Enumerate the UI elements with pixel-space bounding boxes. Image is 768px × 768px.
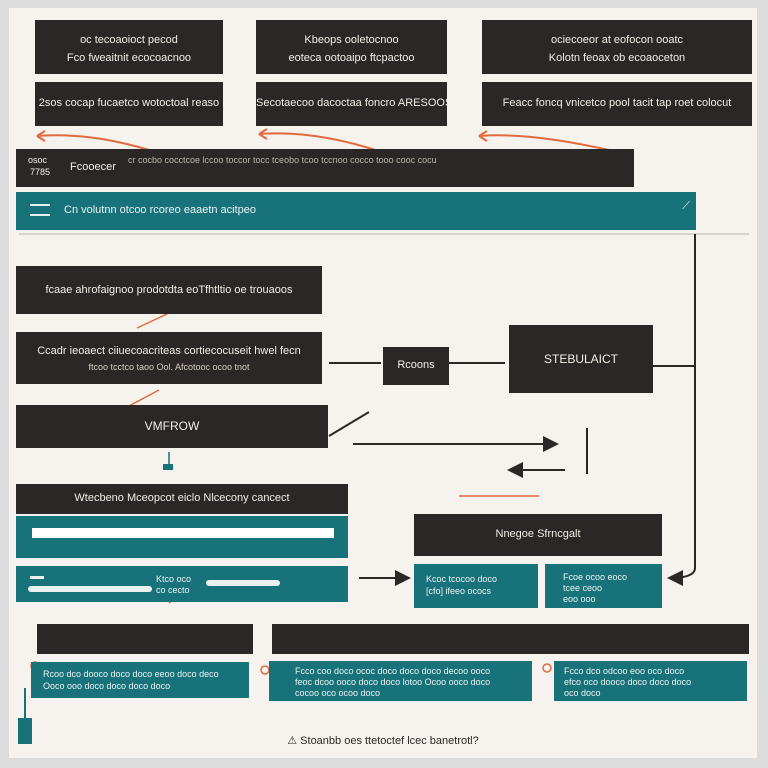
input-row-line2: co cecto (156, 585, 190, 595)
resize-icon[interactable] (30, 204, 50, 216)
bottom-card-2-line2: feoc dcoo ooco doco doco lotoo Ocoo ooco… (295, 677, 491, 687)
left-box-3[interactable]: VMFROW (16, 405, 328, 448)
teal-banner[interactable]: Cn volutnn otcoo rcoreo eaaetn acitpeo ⟋ (16, 192, 696, 230)
top-box-2-line1: Kbeops ooletocnoo (304, 34, 399, 46)
left-box-1[interactable]: fcaae ahrofaignoo prodotdta eoTfhtltio o… (16, 266, 322, 314)
middle-card-2-line1: Fcoe ocoo eoco (563, 572, 628, 582)
header-title: Fcooecer (70, 161, 116, 173)
warning-icon: ⚠ (287, 735, 301, 747)
middle-card-2[interactable]: Fcoe ocoo eoco tcee ceoo eoo ooo (545, 564, 662, 608)
slider-left-icon (30, 576, 44, 579)
top-box-3-line2: Kolotn feoax ob ecoaoceton (548, 52, 686, 64)
bottom-card-3-line2: efco oco dooco doco doco doco (564, 677, 692, 687)
test-box[interactable]: STEBULAICT (509, 325, 653, 393)
middle-card-2-line3: eoo ooo (563, 594, 596, 604)
top-box-1-line2: Fco fweaitnit ecocoacnoo (66, 52, 192, 64)
bottom-card-1-line1: Rcoo dco dooco doco doco eeoo doco deco (43, 669, 219, 679)
left-box-1-text: fcaae ahrofaignoo prodotdta eoTfhtltio o… (45, 284, 293, 296)
text-input[interactable] (32, 528, 334, 538)
middle-right-header-text: Nnegoe Sfrncgalt (495, 528, 581, 540)
input-row-line1: Ktco oco (156, 574, 192, 584)
second-box-2[interactable]: Secotaecoo dacoctaa foncro ARESOOS (256, 82, 447, 126)
slider-track-left[interactable] (28, 586, 152, 592)
bottom-bar-right[interactable] (272, 624, 749, 654)
second-box-3[interactable]: Feacc foncq vnicetco pool tacit tap roet… (482, 82, 752, 126)
slider-row[interactable]: Ktco oco co cecto (16, 566, 348, 602)
teal-banner-text: Cn volutnn otcoo rcoreo eaaetn acitpeo (64, 204, 257, 216)
top-box-1-line1: oc tecoaoioct pecod (80, 34, 178, 46)
bottom-card-3[interactable]: Fcco dco odcoo eoo oco doco efco oco doo… (554, 661, 747, 701)
bottom-card-2-line1: Fcco coo doco ococ doco doco doco decoo … (295, 666, 491, 676)
resize-handle-icon[interactable]: ⟋ (682, 200, 690, 213)
bottom-card-2[interactable]: Fcco coo doco ococ doco doco doco decoo … (269, 661, 532, 701)
second-box-1[interactable]: 2sos cocap fucaetco wotoctoal reaso (35, 82, 223, 126)
bottom-card-2-line3: cocoo oco ocoo doco (295, 688, 381, 698)
bottom-card-3-line3: oco doco (564, 688, 601, 698)
bottom-caption: ⚠ Stoanbb oes ttetoctef lcec banetrotl? (9, 734, 757, 747)
top-box-2-line2: eoteca ootoaipo ftcpactoo (288, 52, 415, 64)
bottom-card-1-line2: Ooco ooo doco doco doco doco (43, 681, 171, 691)
bottom-caption-text: Stoanbb oes ttetoctef lcec banetrotl? (300, 735, 479, 747)
top-box-3[interactable]: ociecoeor at eofocon ooatc Kolotn feoax … (482, 20, 752, 74)
left-box-4[interactable]: Wtecbeno Mceopcot eiclo Nlcecony cancect (16, 484, 348, 514)
middle-card-2-line2: tcee ceoo (563, 583, 603, 593)
left-box-2-line1: Ccadr ieoaect ciiuecoacriteas cortiecocu… (37, 345, 301, 357)
input-strip[interactable] (16, 516, 348, 558)
diagram-canvas: oc tecoaoioct pecod Fco fweaitnit ecocoa… (9, 8, 757, 758)
header-badge-bottom: 7785 (30, 167, 51, 177)
middle-card-1[interactable]: Kcoc tcocoo doco [cfo] ifeeo ococs (414, 564, 538, 608)
bottom-bar-left[interactable] (37, 624, 253, 654)
top-box-3-line1: ociecoeor at eofocon ooatc (550, 34, 684, 46)
second-box-2-text: Secotaecoo dacoctaa foncro ARESOOS (256, 97, 447, 109)
second-box-1-text: 2sos cocap fucaetco wotoctoal reaso (38, 97, 220, 109)
process-box-text: Rcoons (397, 359, 435, 371)
top-box-1[interactable]: oc tecoaoioct pecod Fco fweaitnit ecocoa… (35, 20, 223, 74)
left-box-4-text: Wtecbeno Mceopcot eiclo Nlcecony cancect (74, 492, 290, 504)
left-box-3-text: VMFROW (144, 420, 200, 433)
header-detail: cr cocbo cocctcoe lccoo toccor tocc tceo… (128, 155, 437, 165)
middle-right-header[interactable]: Nnegoe Sfrncgalt (414, 514, 662, 556)
middle-card-1-line1: Kcoc tcocoo doco (426, 574, 498, 584)
test-box-text: STEBULAICT (543, 353, 618, 366)
middle-card-1-line2: [cfo] ifeeo ococs (426, 586, 492, 596)
accent-arrow (36, 134, 150, 151)
left-box-2-line2: ftcoo tcctco taoo Ool. Afcotooc ocoo tno… (88, 362, 250, 372)
header-badge-top: osoc (28, 155, 48, 165)
bottom-card-3-line1: Fcco dco odcoo eoo oco doco (564, 666, 685, 676)
accent-arrow (478, 134, 610, 151)
top-box-2[interactable]: Kbeops ooletocnoo eoteca ootoaipo ftcpac… (256, 20, 447, 74)
left-box-2[interactable]: Ccadr ieoaect ciiuecoacriteas cortiecocu… (16, 332, 322, 384)
second-box-3-text: Feacc foncq vnicetco pool tacit tap roet… (502, 97, 732, 109)
bottom-card-1[interactable]: Rcoo dco dooco doco doco eeoo doco deco … (31, 662, 249, 698)
process-box[interactable]: Rcoons (383, 347, 449, 385)
header-bar[interactable]: osoc 7785 Fcooecer cr cocbo cocctcoe lcc… (16, 149, 634, 187)
slider-track-right[interactable] (206, 580, 280, 586)
